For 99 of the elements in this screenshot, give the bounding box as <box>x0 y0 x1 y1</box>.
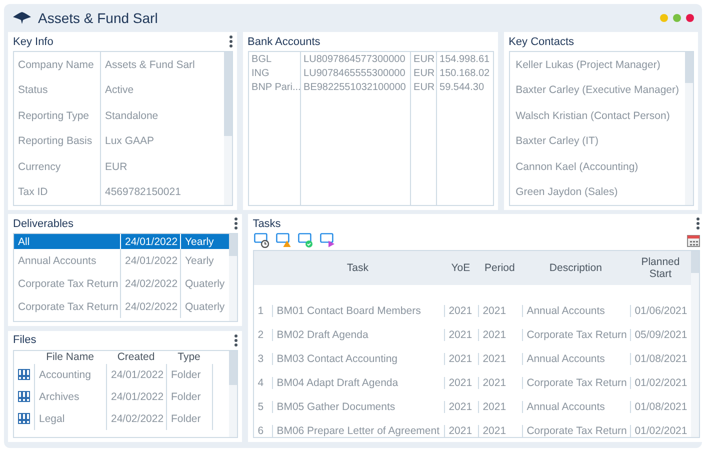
column-header[interactable]: File Name <box>34 350 106 364</box>
table-cell: LU9078465555300000 <box>300 66 410 81</box>
more-icon[interactable] <box>696 217 700 230</box>
column-header[interactable]: Task <box>272 251 444 285</box>
binders-icon <box>18 369 30 380</box>
monitor-check-icon[interactable] <box>298 232 313 248</box>
column-header[interactable]: Planned Start <box>630 251 692 285</box>
scrollbar[interactable] <box>685 52 693 205</box>
contact-item[interactable]: Baxter Carley (Executive Manager) <box>510 78 685 103</box>
panel-title: Deliverables <box>13 218 74 230</box>
contact-item[interactable]: Keller Lukas (Project Manager) <box>510 52 685 78</box>
table-cell: 154.998.61 <box>436 52 493 66</box>
table-cell: 2021 <box>444 377 478 389</box>
scrollbar[interactable] <box>228 234 237 320</box>
table-cell: EUR <box>410 66 436 81</box>
close-button[interactable] <box>686 14 694 22</box>
table-cell: 2021 <box>444 425 478 437</box>
table-cell: 2021 <box>444 353 478 365</box>
deliverable-row[interactable]: All 24/01/2022 Yearly <box>14 234 229 249</box>
field-label: Reporting Basis <box>17 134 94 150</box>
panel-title: Bank Accounts <box>248 36 320 48</box>
table-cell: Corporate Tax Return <box>522 329 630 341</box>
table-cell: BE9822551032100000 <box>300 80 410 95</box>
table-cell: Folder <box>166 408 212 430</box>
binders-icon <box>18 413 30 424</box>
column-header[interactable]: YoE <box>444 251 478 285</box>
table-cell: 24/01/2022 <box>106 364 166 386</box>
row-number: 6 <box>256 425 265 437</box>
panel-title: Key Contacts <box>508 36 574 48</box>
table-cell: Corporate Tax Return <box>522 425 630 437</box>
more-icon[interactable] <box>234 334 238 346</box>
column-header[interactable]: Created <box>106 350 166 364</box>
table-cell: Corporate Tax Return <box>522 377 630 389</box>
window-title: Assets & Fund Sarl <box>38 10 158 26</box>
column-header[interactable]: Period <box>478 251 522 285</box>
table-cell: BM03 Contact Accounting <box>272 353 444 365</box>
monitor-clock-icon[interactable] <box>254 232 269 248</box>
table-cell: Annual Accounts <box>522 353 630 365</box>
maximize-button[interactable] <box>673 14 681 22</box>
table-cell: Annual Accounts <box>522 305 630 317</box>
row-number: 3 <box>256 353 265 365</box>
table-cell: Folder <box>166 386 212 408</box>
table-cell: BM05 Gather Documents <box>272 401 444 413</box>
table-cell: Accounting <box>34 364 106 386</box>
column-header[interactable]: Type <box>166 350 212 364</box>
scrollbar[interactable] <box>228 350 237 437</box>
table-cell: BM04 Adapt Draft Agenda <box>272 377 444 389</box>
row-number: 1 <box>256 305 265 317</box>
table-cell: 2021 <box>444 401 478 413</box>
monitor-play-icon[interactable] <box>320 232 335 248</box>
contact-item[interactable]: Green Jaydon (Sales) <box>510 180 685 205</box>
contact-item[interactable]: Baxter Carley (IT) <box>510 128 685 154</box>
table-cell: BM02 Draft Agenda <box>272 329 444 341</box>
table-cell: BM01 Contact Board Members <box>272 305 444 317</box>
table-cell: Annual Accounts <box>522 401 630 413</box>
stingray-logo-icon <box>12 11 32 25</box>
table-cell: Archives <box>34 386 106 408</box>
more-icon[interactable] <box>228 35 233 48</box>
table-cell: Legal <box>34 408 106 430</box>
panel-title: Key Info <box>13 36 54 48</box>
table-cell: 2021 <box>444 305 478 317</box>
contact-item[interactable]: Cannon Kael (Accounting) <box>510 154 685 180</box>
table-cell-text: ING <box>250 66 270 81</box>
monitor-warning-icon[interactable] <box>276 232 291 248</box>
table-cell: LU8097864577300000 <box>300 52 410 66</box>
table-cell: 24/01/2022 <box>106 386 166 408</box>
table-cell-text: BGL <box>250 52 273 66</box>
contact-item[interactable]: Walsch Kristian (Contact Person) <box>510 103 685 128</box>
table-cell: 2021 <box>478 401 522 413</box>
table-cell: 2021 <box>478 305 522 317</box>
field-label: Status <box>17 83 49 98</box>
scrollbar[interactable] <box>224 52 232 205</box>
table-cell: 2021 <box>478 377 522 389</box>
table-cell: EUR <box>410 52 436 66</box>
field-label: Reporting Type <box>17 108 90 124</box>
binders-icon <box>18 391 30 402</box>
field-label: Tax ID <box>17 185 49 200</box>
table-cell: 24/02/2022 <box>106 408 166 430</box>
row-number: 5 <box>256 401 265 413</box>
table-cell: Folder <box>166 364 212 386</box>
scrollbar[interactable] <box>691 251 700 437</box>
table-cell: 2021 <box>478 329 522 341</box>
calendar-icon[interactable] <box>687 234 700 246</box>
table-cell: 59.544.30 <box>436 80 493 95</box>
row-number: 4 <box>256 377 265 389</box>
table-cell: 2021 <box>444 329 478 341</box>
more-icon[interactable] <box>234 217 238 230</box>
table-cell: 2021 <box>478 425 522 437</box>
panel-title: Files <box>13 334 36 346</box>
table-cell-text: BNP Pari... <box>250 81 300 95</box>
table-cell: 150.168.02 <box>436 66 493 81</box>
field-label: Company Name <box>17 58 95 73</box>
table-cell: BM06 Prepare Letter of Agreement <box>272 425 444 437</box>
row-number: 2 <box>256 329 265 341</box>
field-label: Currency <box>17 160 62 175</box>
table-cell: EUR <box>410 80 436 95</box>
panel-title: Tasks <box>252 218 281 230</box>
column-header[interactable]: Description <box>522 251 630 285</box>
table-cell: 2021 <box>478 353 522 365</box>
